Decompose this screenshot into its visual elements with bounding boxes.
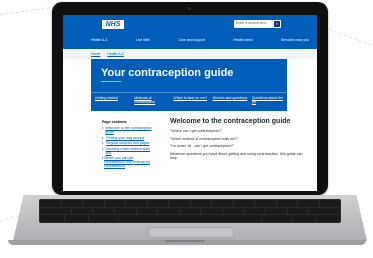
paragraph: "I'm under 16 - can I get contraception?… [170, 144, 234, 148]
main-content: Welcome to the contraception guide "Wher… [170, 118, 310, 164]
search-icon[interactable]: ⌕ [274, 21, 280, 27]
toc-item[interactable]: • Regular subjects and pages [102, 141, 152, 145]
breadcrumb-health-a-z[interactable]: Health A-Z [107, 52, 124, 56]
key-row [40, 207, 340, 215]
paragraph: "Which method of contraception suits me?… [170, 136, 239, 141]
header-nav: Health A-Z Live Well Care and support He… [91, 38, 309, 42]
toc-link[interactable]: Welcome to the contraception guide [105, 126, 152, 134]
laptop-lid: NHS Enter a search term ⌕ Health A-Z Liv… [52, 2, 328, 195]
search-placeholder: Enter a search term [236, 21, 267, 25]
nhs-logo[interactable]: NHS [102, 20, 124, 29]
tab-methods[interactable]: Methods of contraception [130, 93, 169, 111]
key-row [40, 215, 340, 222]
search-input[interactable]: Enter a search term ⌕ [234, 20, 281, 28]
section-heading: Welcome to the contraception guide [170, 118, 291, 125]
decor-line [0, 5, 60, 16]
tab-which-best[interactable]: Which is best for me? [169, 93, 208, 111]
guide-tabs: Getting started Methods of contraception… [91, 92, 287, 111]
title-divider [101, 81, 121, 82]
key-row [40, 200, 340, 207]
tab-pill-questions[interactable]: Questions about the pill [248, 93, 287, 111]
nav-live-well[interactable]: Live Well [136, 38, 150, 42]
laptop-base [13, 195, 367, 241]
page-contents: Page contents • Welcome to the contracept… [102, 120, 152, 170]
paragraph: "Where can I get contraception?" [170, 129, 223, 133]
tab-getting-started[interactable]: Getting started [91, 93, 130, 111]
toc-link[interactable]: Regular subjects and pages [106, 141, 149, 145]
nav-services[interactable]: Services near you [281, 38, 309, 42]
camera-icon [188, 7, 191, 10]
laptop-screen: NHS Enter a search term ⌕ Health A-Z Liv… [63, 15, 317, 191]
laptop-notch [165, 240, 205, 242]
site-header: NHS Enter a search term ⌕ Health A-Z Liv… [63, 15, 317, 49]
nav-health-a-z[interactable]: Health A-Z [91, 38, 108, 42]
toc-item[interactable]: • Deciding which method suits you [102, 147, 152, 155]
trackpad [148, 227, 234, 238]
nav-health-news[interactable]: Health news [233, 38, 252, 42]
nav-care-support[interactable]: Care and support [178, 38, 205, 42]
tab-worries[interactable]: Worries and questions [209, 93, 248, 111]
hero-banner: Your contraception guide Getting started… [91, 59, 287, 111]
toc-link[interactable]: Deciding which method suits you [106, 147, 152, 155]
toc-link[interactable]: Where you can get contraception and emer… [104, 156, 152, 168]
toc-item[interactable]: • Where you can get contraception and eme… [102, 156, 152, 168]
paragraph: Whatever questions you have about gettin… [170, 151, 303, 161]
toc-link[interactable]: Finding your way around [106, 136, 144, 140]
breadcrumb: Home Health A-Z [63, 49, 317, 59]
toc-item[interactable]: • Welcome to the contraception guide [102, 126, 152, 134]
breadcrumb-home[interactable]: Home [91, 52, 100, 56]
page-title: Your contraception guide [101, 67, 234, 79]
toc-item[interactable]: • Finding your way around [102, 136, 152, 140]
toc-heading: Page contents [102, 120, 127, 124]
keyboard [39, 199, 341, 223]
